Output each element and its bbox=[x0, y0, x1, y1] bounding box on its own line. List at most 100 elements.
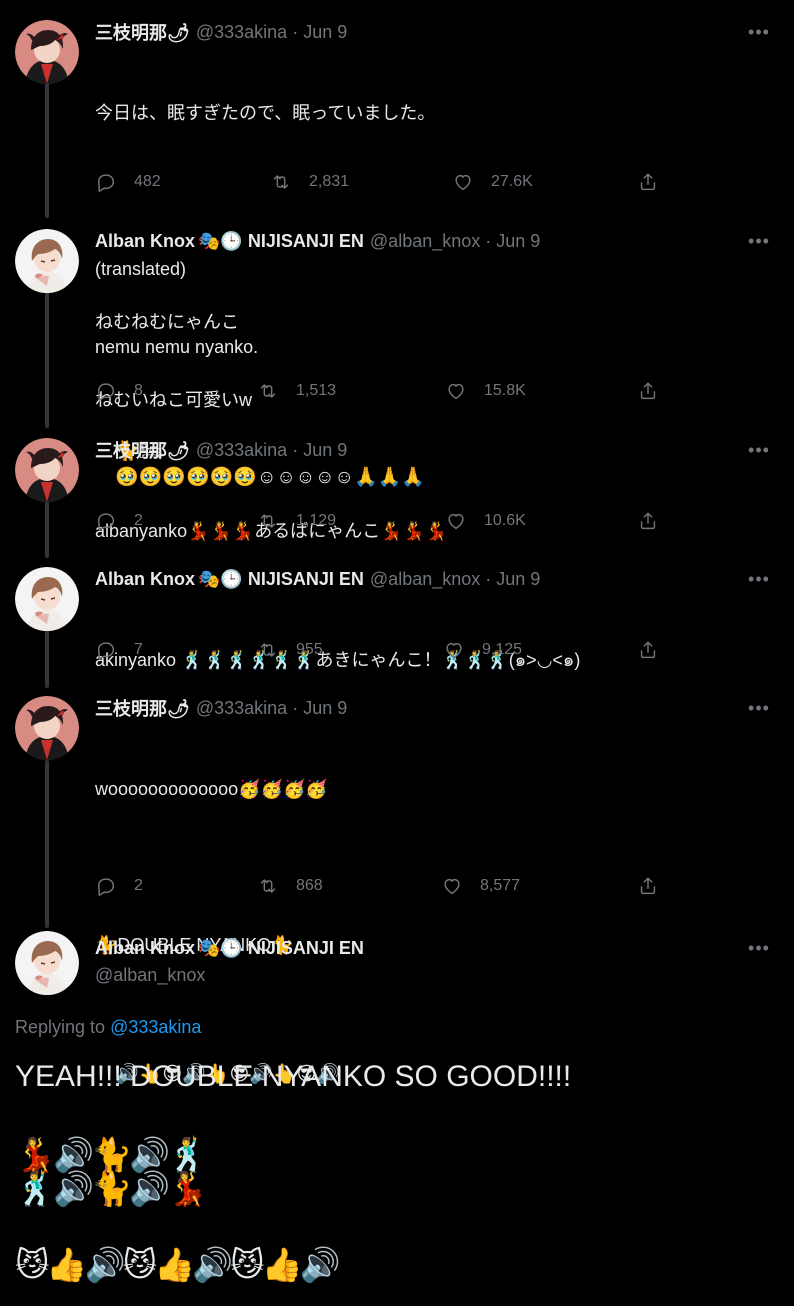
separator-dot: · bbox=[292, 439, 299, 460]
share-icon bbox=[640, 641, 656, 659]
affiliation: NIJISANJI EN bbox=[247, 230, 364, 251]
tweet-date[interactable]: Jun 9 bbox=[303, 22, 347, 43]
badge-icons: 🎭🕒 bbox=[198, 230, 243, 251]
share-button[interactable] bbox=[637, 171, 659, 193]
display-name[interactable]: Alban Knox 🎭🕒 NIJISANJI EN bbox=[95, 938, 364, 959]
heart-icon bbox=[448, 383, 464, 400]
reply-button[interactable]: 7 bbox=[95, 639, 143, 661]
retweet-button[interactable]: 1,513 bbox=[257, 380, 336, 402]
tweet-header: 三枝明那🌶 @333akina · Jun 9 bbox=[95, 696, 347, 720]
tweet-header: 三枝明那🌶 @333akina · Jun 9 bbox=[95, 438, 347, 462]
retweet-button[interactable]: 955 bbox=[257, 639, 323, 661]
retweet-icon bbox=[260, 643, 276, 657]
tweet-date[interactable]: Jun 9 bbox=[303, 440, 347, 461]
handle[interactable]: @333akina bbox=[196, 698, 287, 719]
avatar[interactable] bbox=[15, 567, 79, 631]
retweet-icon bbox=[260, 514, 276, 528]
heart-icon bbox=[444, 878, 460, 895]
tweet-actions: 482 2,831 27.6K bbox=[95, 171, 665, 195]
handle[interactable]: @alban_knox bbox=[95, 965, 205, 986]
ellipsis-icon[interactable]: ••• bbox=[748, 569, 770, 589]
like-button[interactable]: 10.6K bbox=[445, 510, 526, 532]
retweet-count: 868 bbox=[296, 877, 323, 894]
display-name[interactable]: 三枝明那🌶 bbox=[95, 695, 190, 721]
display-name[interactable]: 三枝明那🌶 bbox=[95, 437, 190, 463]
emoji-line: 🕺🔊🐈🔊💃 bbox=[15, 1170, 208, 1207]
ellipsis-icon[interactable]: ••• bbox=[748, 440, 770, 460]
like-button[interactable]: 27.6K bbox=[452, 171, 533, 193]
avatar[interactable] bbox=[15, 438, 79, 502]
tweet-actions: 8 1,513 15.8K bbox=[95, 380, 665, 404]
retweet-button[interactable]: 868 bbox=[257, 875, 323, 897]
ellipsis-icon[interactable]: ••• bbox=[748, 231, 770, 251]
retweet-button[interactable]: 2,831 bbox=[270, 171, 349, 193]
thread-line bbox=[45, 82, 49, 218]
reply-count: 7 bbox=[134, 641, 143, 658]
reply-icon bbox=[97, 513, 115, 531]
thread-line bbox=[45, 760, 49, 928]
like-button[interactable]: 15.8K bbox=[445, 380, 526, 402]
handle[interactable]: @alban_knox bbox=[370, 569, 480, 590]
replying-prefix: Replying to bbox=[15, 1017, 111, 1037]
reply-button[interactable]: 2 bbox=[95, 875, 143, 897]
reply-button[interactable]: 2 bbox=[95, 510, 143, 532]
separator-dot: · bbox=[485, 230, 492, 251]
tweet-actions: 7 955 9,125 bbox=[95, 639, 665, 663]
tweet-date[interactable]: Jun 9 bbox=[496, 569, 540, 590]
retweet-count: 2,831 bbox=[309, 173, 350, 190]
share-icon bbox=[640, 382, 656, 400]
retweet-count: 1,129 bbox=[296, 512, 337, 529]
retweet-icon bbox=[260, 384, 276, 398]
retweet-button[interactable]: 1,129 bbox=[257, 510, 336, 532]
like-count: 27.6K bbox=[491, 173, 533, 190]
avatar[interactable] bbox=[15, 696, 79, 760]
heart-icon bbox=[455, 174, 471, 191]
emoji-line: 😼👍🔊😼👍🔊😼👍🔊 bbox=[15, 1246, 341, 1283]
tweet-actions: 2 868 8,577 bbox=[95, 875, 665, 899]
share-button[interactable] bbox=[637, 875, 659, 897]
share-icon bbox=[640, 877, 656, 895]
share-button[interactable] bbox=[637, 380, 659, 402]
reply-button[interactable]: 482 bbox=[95, 171, 161, 193]
share-button[interactable] bbox=[637, 510, 659, 532]
display-name[interactable]: Alban Knox 🎭🕒 NIJISANJI EN bbox=[95, 231, 364, 252]
ellipsis-icon[interactable]: ••• bbox=[748, 698, 770, 718]
tweet-line: ねむねむにゃんこ bbox=[95, 312, 239, 332]
reply-count: 482 bbox=[134, 173, 161, 190]
tweet-line: wooooooooooooo🥳🥳🥳🥳 bbox=[95, 779, 328, 799]
reply-button[interactable]: 8 bbox=[95, 380, 143, 402]
tweet-actions: 2 1,129 10.6K bbox=[95, 510, 665, 534]
reply-icon bbox=[97, 878, 115, 896]
tweet-date[interactable]: Jun 9 bbox=[496, 231, 540, 252]
like-button[interactable]: 8,577 bbox=[441, 875, 520, 897]
ellipsis-icon[interactable]: ••• bbox=[748, 938, 770, 958]
handle[interactable]: @alban_knox bbox=[370, 231, 480, 252]
share-icon bbox=[640, 512, 656, 530]
badge-icons: 🎭🕒 bbox=[198, 937, 243, 958]
avatar[interactable] bbox=[15, 931, 79, 995]
reply-icon bbox=[97, 642, 115, 660]
retweet-count: 1,513 bbox=[296, 382, 337, 399]
thread-line bbox=[45, 290, 49, 428]
avatar[interactable] bbox=[15, 229, 79, 293]
tweet-date[interactable]: Jun 9 bbox=[303, 698, 347, 719]
like-button[interactable]: 9,125 bbox=[443, 639, 522, 661]
handle[interactable]: @333akina bbox=[196, 22, 287, 43]
handle-row: @alban_knox bbox=[95, 963, 205, 987]
reply-count: 2 bbox=[134, 877, 143, 894]
replying-handle-link[interactable]: @333akina bbox=[110, 1017, 201, 1037]
display-name[interactable]: Alban Knox 🎭🕒 NIJISANJI EN bbox=[95, 569, 364, 590]
separator-dot: · bbox=[292, 697, 299, 718]
reply-count: 2 bbox=[134, 512, 143, 529]
retweet-icon bbox=[273, 175, 289, 189]
share-button[interactable] bbox=[637, 639, 659, 661]
display-name[interactable]: 三枝明那🌶 bbox=[95, 19, 190, 45]
like-count: 10.6K bbox=[484, 512, 526, 529]
ellipsis-icon[interactable]: ••• bbox=[748, 22, 770, 42]
heart-icon bbox=[446, 642, 462, 659]
handle[interactable]: @333akina bbox=[196, 440, 287, 461]
tweet-header: Alban Knox 🎭🕒 NIJISANJI EN @alban_knox · … bbox=[95, 567, 540, 591]
avatar[interactable] bbox=[15, 20, 79, 84]
tweet-line: 今日は、眠すぎたので、眠っていました。 bbox=[95, 103, 436, 123]
reply-icon bbox=[97, 383, 115, 401]
